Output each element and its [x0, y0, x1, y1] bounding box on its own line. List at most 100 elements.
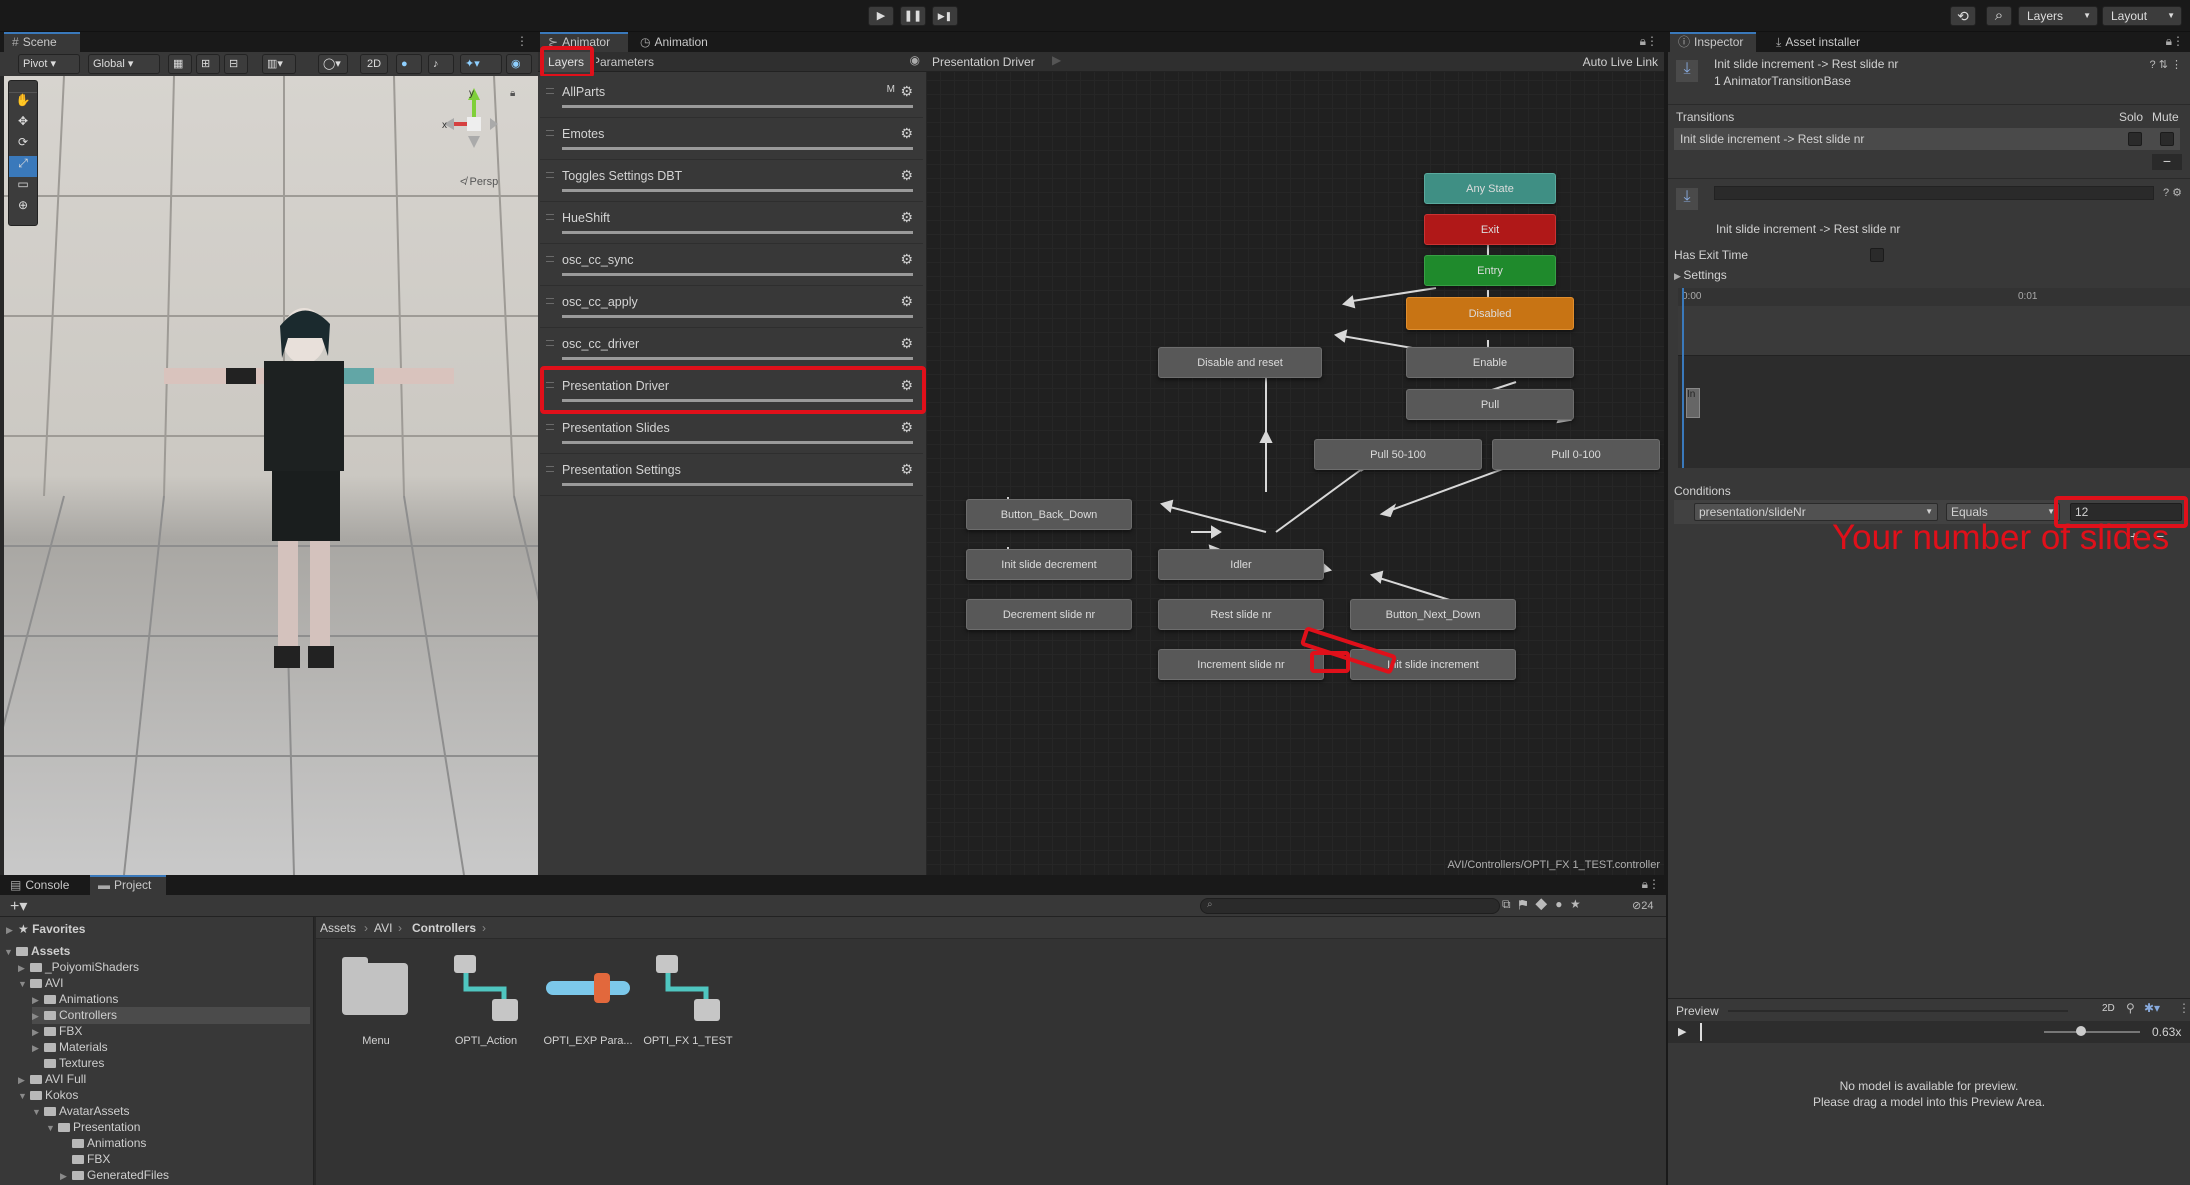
- preview-splitter[interactable]: [1728, 1010, 2068, 1012]
- state-decrement-slide-nr[interactable]: Decrement slide nr: [966, 599, 1132, 630]
- settings-foldout[interactable]: ▶ Settings: [1674, 268, 1727, 282]
- layer-row[interactable]: Toggles Settings DBT ⚙: [540, 160, 923, 202]
- tab-asset-installer[interactable]: ⤓ Asset installer: [1768, 32, 1888, 52]
- state-graph[interactable]: Presentation Driver ▶ Auto Live Link Any…: [926, 52, 1664, 875]
- state-init-slide-decrement[interactable]: Init slide decrement: [966, 549, 1132, 580]
- tab-inspector[interactable]: ⓘ Inspector: [1670, 32, 1756, 52]
- draw-mode-icon[interactable]: ◯▾: [318, 54, 348, 74]
- preview-2d-toggle[interactable]: 2D: [2102, 1003, 2115, 1014]
- transition-list-row[interactable]: Init slide increment -> Rest slide nr: [1674, 128, 2180, 150]
- preview-pivot-icon[interactable]: ⚲: [2126, 1001, 2135, 1015]
- drag-handle-icon[interactable]: [546, 424, 554, 430]
- gear-icon[interactable]: ⚙: [900, 461, 913, 478]
- caret-down-icon[interactable]: ▼: [46, 1120, 58, 1136]
- breadcrumb-controllers[interactable]: Controllers: [412, 921, 476, 935]
- state-entry[interactable]: Entry: [1424, 255, 1556, 286]
- increment-snap-icon[interactable]: ⊟: [224, 54, 248, 74]
- asset-item[interactable]: OPTI_EXP Para...: [538, 953, 638, 1057]
- state-increment-slide-nr[interactable]: Increment slide nr: [1158, 649, 1324, 680]
- asset-item[interactable]: Menu: [336, 957, 426, 1057]
- layer-row[interactable]: osc_cc_driver ⚙: [540, 328, 923, 370]
- state-button-back-down[interactable]: Button_Back_Down: [966, 499, 1132, 530]
- gear-icon[interactable]: ⚙: [900, 209, 913, 226]
- tree-item[interactable]: ▼ Presentation: [46, 1119, 140, 1136]
- rotate-tool-icon[interactable]: ⟳: [9, 135, 37, 156]
- layer-weight-bar[interactable]: [562, 147, 913, 150]
- tree-item[interactable]: ▼ Assets: [4, 943, 70, 960]
- transition-timeline[interactable]: 0:00 0:01 In: [1678, 288, 2190, 468]
- layer-weight-bar[interactable]: [562, 441, 913, 444]
- tree-item[interactable]: ▼ AVI: [18, 975, 63, 992]
- layer-weight-bar[interactable]: [562, 273, 913, 276]
- caret-right-icon[interactable]: ▶: [32, 1040, 44, 1056]
- caret-right-icon[interactable]: ▶: [32, 1024, 44, 1040]
- timeline-playhead[interactable]: [1682, 288, 1684, 468]
- hand-tool-icon[interactable]: ✋: [9, 93, 37, 114]
- state-button-next-down[interactable]: Button_Next_Down: [1350, 599, 1516, 630]
- layer-row[interactable]: osc_cc_sync ⚙: [540, 244, 923, 286]
- drag-handle-icon[interactable]: [546, 340, 554, 346]
- grid-snap-icon[interactable]: ▦: [168, 54, 192, 74]
- kebab-menu-icon[interactable]: ⋮: [1648, 877, 1660, 891]
- layer-weight-bar[interactable]: [562, 483, 913, 486]
- state-pull-0-100[interactable]: Pull 0-100: [1492, 439, 1660, 470]
- tree-item[interactable]: ▶ Animations: [32, 991, 118, 1008]
- hidden-count[interactable]: ⊘24: [1632, 899, 1653, 912]
- project-search-input[interactable]: ⌕: [1200, 898, 1500, 914]
- solo-checkbox[interactable]: [2128, 132, 2142, 146]
- visibility-icon[interactable]: ◉: [506, 54, 532, 74]
- drag-handle-icon[interactable]: [546, 256, 554, 262]
- caret-down-icon[interactable]: ▼: [32, 1104, 44, 1120]
- layer-row[interactable]: HueShift ⚙: [540, 202, 923, 244]
- asset-item[interactable]: OPTI_FX 1_TEST: [638, 953, 738, 1057]
- breadcrumb-assets[interactable]: Assets: [320, 921, 356, 935]
- state-idler[interactable]: Idler: [1158, 549, 1324, 580]
- layer-weight-bar[interactable]: [562, 231, 913, 234]
- tree-item[interactable]: ▶ AVI Full: [18, 1071, 86, 1088]
- tree-item[interactable]: Animations: [60, 1135, 146, 1151]
- transition-name-field[interactable]: [1714, 186, 2154, 200]
- caret-down-icon[interactable]: ▼: [18, 1088, 30, 1104]
- help-gear-icons[interactable]: ? ⚙: [2163, 186, 2182, 199]
- transform-tool-icon[interactable]: ⊕: [9, 198, 37, 219]
- state-exit[interactable]: Exit: [1424, 214, 1556, 245]
- global-dropdown[interactable]: Global ▾: [88, 54, 160, 74]
- state-any-state[interactable]: Any State: [1424, 173, 1556, 204]
- tree-item[interactable]: ▶ GeneratedFiles: [60, 1167, 169, 1184]
- tree-item[interactable]: ▶ _PoiyomiShaders: [18, 959, 139, 976]
- preview-speed-thumb[interactable]: [2076, 1026, 2086, 1036]
- snap-icon[interactable]: ⊞: [196, 54, 220, 74]
- drag-handle-icon[interactable]: [546, 214, 554, 220]
- scale-tool-icon[interactable]: ⤢: [9, 156, 37, 177]
- kebab-menu-icon[interactable]: ⋮: [516, 34, 528, 48]
- mute-checkbox[interactable]: [2160, 132, 2174, 146]
- project-filter-icons[interactable]: ⧉⚑◆●★: [1502, 897, 1588, 912]
- timeline-marker[interactable]: In: [1686, 388, 1700, 418]
- caret-right-icon[interactable]: ▶: [32, 992, 44, 1008]
- effects-icon[interactable]: ✦▾: [460, 54, 502, 74]
- create-asset-button[interactable]: +▾: [10, 896, 27, 916]
- gear-icon[interactable]: ⚙: [900, 83, 913, 100]
- asset-item[interactable]: OPTI_Action: [436, 953, 536, 1057]
- caret-right-icon[interactable]: ▶: [18, 1072, 30, 1088]
- tree-item[interactable]: ▶ FBX: [32, 1023, 82, 1040]
- remove-transition-button[interactable]: −: [2152, 154, 2182, 170]
- kebab-menu-icon[interactable]: ⋮: [2178, 1001, 2190, 1015]
- tab-animation[interactable]: ◷ Animation: [632, 32, 722, 52]
- has-exit-time-checkbox[interactable]: [1870, 248, 1884, 262]
- tree-item[interactable]: ▼ Kokos: [18, 1087, 78, 1104]
- tab-parameters[interactable]: Parameters: [596, 52, 660, 72]
- layer-weight-bar[interactable]: [562, 315, 913, 318]
- drag-handle-icon[interactable]: [546, 172, 554, 178]
- tab-console[interactable]: ▤ Console: [2, 875, 88, 895]
- search-icon[interactable]: ⌕: [1986, 6, 2012, 26]
- gear-icon[interactable]: ⚙: [900, 293, 913, 310]
- tree-item[interactable]: ▼ AvatarAssets: [32, 1103, 129, 1120]
- state-pull[interactable]: Pull: [1406, 389, 1574, 420]
- state-enable[interactable]: Enable: [1406, 347, 1574, 378]
- pause-button[interactable]: ❚❚: [900, 6, 926, 26]
- preview-scrubber[interactable]: [1700, 1023, 1702, 1041]
- orientation-gizmo[interactable]: y x ≮ Persp 🔒︎: [424, 84, 524, 188]
- preview-speed-slider[interactable]: [2044, 1031, 2140, 1033]
- layers-dropdown[interactable]: Layers ▼: [2018, 6, 2098, 26]
